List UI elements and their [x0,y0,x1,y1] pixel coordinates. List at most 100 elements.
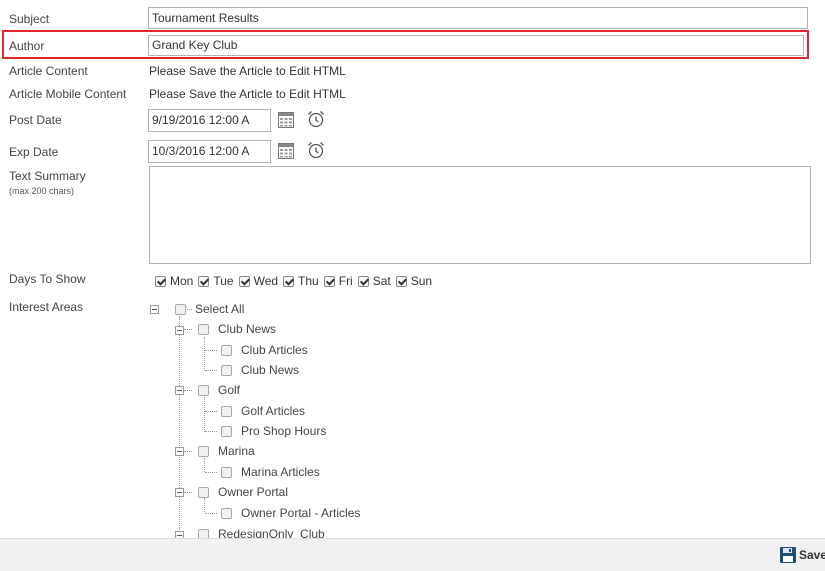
interest-areas-label: Interest Areas [9,300,84,314]
tree-line [205,370,217,371]
tree-item-label: Owner Portal - Articles [241,506,361,520]
tree-item-select-all[interactable]: Select All [175,302,244,316]
article-content-label: Article Content [9,64,88,78]
text-summary-label: Text Summary [9,169,86,183]
tree-line [204,397,205,432]
tree-line [205,472,217,473]
tree-item-label: RedesignOnly_Club [218,527,325,538]
tree-item-marina-articles[interactable]: Marina Articles [221,465,320,479]
article-content-value: Please Save the Article to Edit HTML [149,64,346,78]
tree-item-redesignonly-club[interactable]: RedesignOnly_Club [198,527,325,538]
tree-line [184,451,192,452]
day-thu[interactable]: Thu [283,274,319,288]
collapse-minus-icon[interactable] [175,326,184,335]
save-label: Save [799,548,825,562]
article-mobile-content-label: Article Mobile Content [9,87,127,101]
tree-item-label: Owner Portal [218,485,289,499]
tree-line [184,390,192,391]
tree-line [204,458,205,472]
day-wed-checkbox[interactable] [238,275,250,287]
tree-checkbox[interactable] [198,384,209,396]
tree-item-owner-portal[interactable]: Owner Portal [198,485,288,499]
tree-line [204,337,205,371]
tree-line [184,329,192,330]
alarm-clock-icon[interactable] [306,109,326,132]
day-mon[interactable]: Mon [155,274,193,288]
day-tue-checkbox[interactable] [198,275,210,287]
exp-date-label: Exp Date [9,145,59,159]
day-label: Wed [253,274,279,288]
tree-item-pro-shop-hours[interactable]: Pro Shop Hours [221,424,326,438]
tree-checkbox[interactable] [221,364,232,376]
days-to-show-group: Mon Tue Wed Thu Fri Sat Sun [155,274,437,288]
day-thu-checkbox[interactable] [283,275,295,287]
day-sun-checkbox[interactable] [395,275,407,287]
tree-item-owner-portal-articles[interactable]: Owner Portal - Articles [221,506,360,520]
day-tue[interactable]: Tue [198,274,234,288]
tree-item-golf[interactable]: Golf [198,383,240,397]
day-label: Fri [338,274,353,288]
day-label: Mon [170,274,194,288]
tree-checkbox[interactable] [198,528,209,538]
tree-line [184,492,192,493]
days-to-show-label: Days To Show [9,272,86,286]
tree-item-golf-articles[interactable]: Golf Articles [221,404,305,418]
collapse-minus-icon[interactable] [175,447,184,456]
tree-checkbox[interactable] [221,425,232,437]
calendar-icon[interactable] [278,112,294,131]
tree-checkbox[interactable] [221,507,232,519]
collapse-minus-icon[interactable] [175,488,184,497]
tree-line [205,431,217,432]
day-label: Thu [298,274,319,288]
collapse-minus-icon[interactable] [175,386,184,395]
exp-date-input[interactable]: 10/3/2016 12:00 A [148,140,271,163]
tree-item-marina[interactable]: Marina [198,444,255,458]
subject-input[interactable]: Tournament Results [148,7,808,29]
tree-item-label: Club Articles [241,343,308,357]
tree-line [205,513,217,514]
tree-line [205,411,217,412]
article-form: Subject Tournament Results Author Grand … [0,0,825,538]
tree-item-label: Club News [241,363,300,377]
post-date-input[interactable]: 9/19/2016 12:00 A [148,109,271,132]
author-label: Author [9,39,45,53]
day-label: Sun [410,274,433,288]
calendar-icon[interactable] [278,143,294,162]
tree-item-label: Club News [218,322,277,336]
text-summary-textarea[interactable] [149,166,811,264]
tree-item-label: Marina [218,444,255,458]
tree-checkbox[interactable] [221,466,232,478]
day-sat-checkbox[interactable] [357,275,369,287]
day-sun[interactable]: Sun [395,274,433,288]
tree-checkbox[interactable] [221,344,232,356]
tree-item-club-news-sub[interactable]: Club News [221,363,299,377]
day-label: Tue [213,274,234,288]
tree-item-club-news[interactable]: Club News [198,322,276,336]
text-summary-hint: (max 200 chars) [9,186,75,196]
collapse-minus-icon[interactable] [175,531,184,538]
alarm-clock-icon[interactable] [306,140,326,163]
save-button[interactable]: Save [780,547,825,563]
tree-item-label: Golf [218,383,241,397]
day-sat[interactable]: Sat [357,274,391,288]
author-input[interactable]: Grand Key Club [148,35,804,56]
subject-label: Subject [9,12,50,26]
day-mon-checkbox[interactable] [155,275,166,287]
day-wed[interactable]: Wed [238,274,279,288]
tree-item-label: Golf Articles [241,404,306,418]
collapse-minus-icon[interactable] [150,305,159,314]
tree-line [205,350,217,351]
post-date-label: Post Date [9,113,62,127]
tree-item-club-articles[interactable]: Club Articles [221,343,308,357]
tree-line [179,316,180,538]
tree-item-label: Select All [195,302,245,316]
tree-checkbox[interactable] [198,445,209,457]
tree-checkbox[interactable] [198,323,209,335]
day-fri-checkbox[interactable] [323,275,335,287]
tree-checkbox[interactable] [221,405,232,417]
day-fri[interactable]: Fri [323,274,353,288]
tree-checkbox[interactable] [198,486,209,498]
floppy-disk-icon [780,547,796,563]
tree-checkbox[interactable] [175,303,186,315]
tree-item-label: Pro Shop Hours [241,424,327,438]
